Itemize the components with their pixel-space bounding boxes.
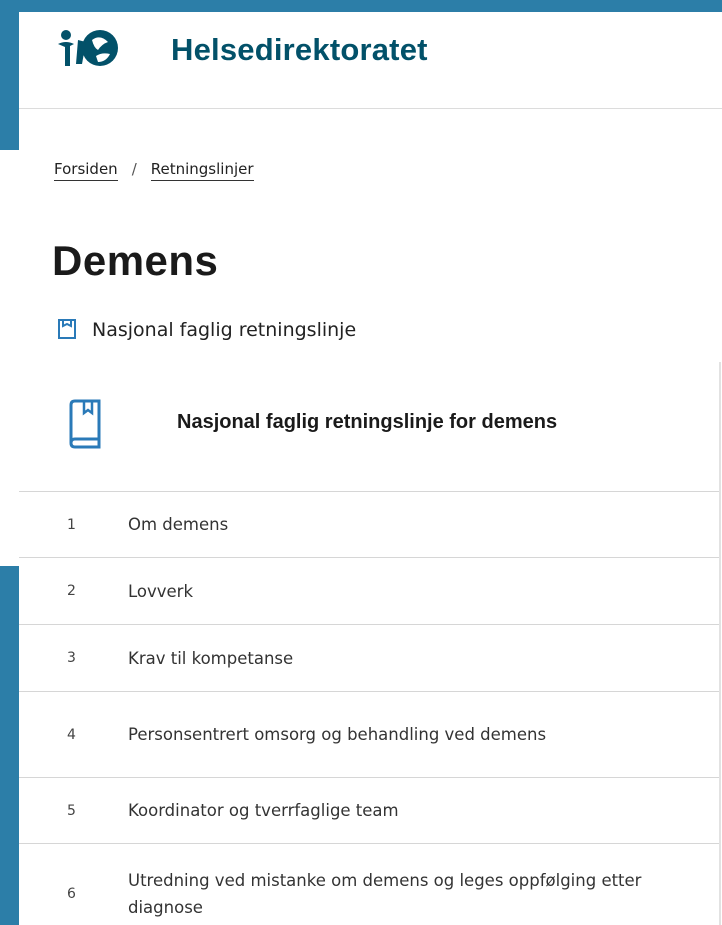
document-icon	[58, 319, 76, 339]
breadcrumb-link-retningslinjer[interactable]: Retningslinjer	[150, 160, 254, 181]
toc-item[interactable]: 5 Koordinator og tverrfaglige team	[19, 778, 719, 844]
toc-item-number: 6	[67, 886, 76, 902]
page-title: Demens	[52, 237, 219, 284]
toc-item-label[interactable]: Lovverk	[128, 558, 713, 624]
toc-item-number: 2	[67, 583, 76, 599]
toc-item-number: 4	[67, 726, 76, 743]
toc-item-label[interactable]: Om demens	[128, 492, 713, 557]
breadcrumb-separator: /	[131, 160, 137, 178]
toc-item[interactable]: 2 Lovverk	[19, 558, 719, 625]
toc-item-number: 5	[67, 802, 76, 819]
doc-type-label: Nasjonal faglig retningslinje	[92, 319, 357, 341]
page: Helsedirektoratet Forsiden / Retningslinje…	[19, 12, 722, 925]
toc-item[interactable]: 3 Krav til kompetanse	[19, 625, 719, 692]
toc-item-label[interactable]: Koordinator og tverrfaglige team	[128, 778, 713, 843]
toc-item[interactable]: 6 Utredning ved mistanke om demens og le…	[19, 844, 719, 925]
helsedirektoratet-logo-icon[interactable]	[56, 26, 120, 70]
toc-header: Nasjonal faglig retningslinje for demens	[19, 362, 719, 492]
breadcrumb-link-forsiden[interactable]: Forsiden	[54, 160, 118, 181]
table-of-contents: Nasjonal faglig retningslinje for demens…	[19, 362, 721, 925]
breadcrumb: Forsiden / Retningslinjer	[54, 160, 254, 181]
toc-item-label[interactable]: Personsentrert omsorg og behandling ved …	[128, 692, 713, 777]
toc-item-number: 3	[67, 650, 76, 666]
toc-item[interactable]: 4 Personsentrert omsorg og behandling ve…	[19, 692, 719, 778]
book-icon	[69, 399, 101, 449]
doc-type: Nasjonal faglig retningslinje	[58, 319, 356, 341]
toc-item[interactable]: 1 Om demens	[19, 492, 719, 558]
brand-name[interactable]: Helsedirektoratet	[171, 32, 428, 68]
toc-item-label[interactable]: Utredning ved mistanke om demens og lege…	[128, 844, 713, 925]
site-header: Helsedirektoratet	[19, 12, 722, 109]
toc-item-number: 1	[67, 516, 76, 533]
toc-item-label[interactable]: Krav til kompetanse	[128, 625, 713, 691]
frame-strip	[0, 150, 19, 566]
toc-title[interactable]: Nasjonal faglig retningslinje for demens	[177, 409, 697, 436]
